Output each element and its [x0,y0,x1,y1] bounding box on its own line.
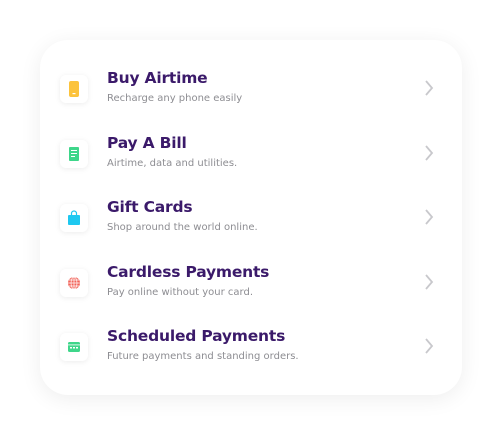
chevron-right-icon [425,209,434,225]
menu-item-buy-airtime[interactable]: Buy Airtime Recharge any phone easily [40,59,462,119]
item-subtitle: Shop around the world online. [107,222,258,233]
calendar-icon [60,333,88,361]
item-subtitle: Pay online without your card. [107,287,254,298]
item-title: Gift Cards [107,198,193,216]
services-card: Buy Airtime Recharge any phone easily Pa… [40,40,462,395]
item-title: Cardless Payments [107,263,270,281]
item-title: Pay A Bill [107,134,187,152]
phone-icon [60,75,88,103]
menu-item-scheduled-payments[interactable]: Scheduled Payments Future payments and s… [40,317,462,377]
item-title: Scheduled Payments [107,327,286,345]
chevron-right-icon [425,145,434,161]
item-subtitle: Airtime, data and utilities. [107,158,238,169]
item-subtitle: Future payments and standing orders. [107,351,299,362]
menu-item-gift-cards[interactable]: Gift Cards Shop around the world online. [40,188,462,248]
globe-icon [60,269,88,297]
shopping-bag-icon [60,204,88,232]
chevron-right-icon [425,338,434,354]
item-subtitle: Recharge any phone easily [107,93,243,104]
menu-item-cardless-payments[interactable]: Cardless Payments Pay online without you… [40,253,462,313]
chevron-right-icon [425,274,434,290]
receipt-icon [60,140,88,168]
chevron-right-icon [425,80,434,96]
item-title: Buy Airtime [107,69,208,87]
menu-item-pay-a-bill[interactable]: Pay A Bill Airtime, data and utilities. [40,124,462,184]
